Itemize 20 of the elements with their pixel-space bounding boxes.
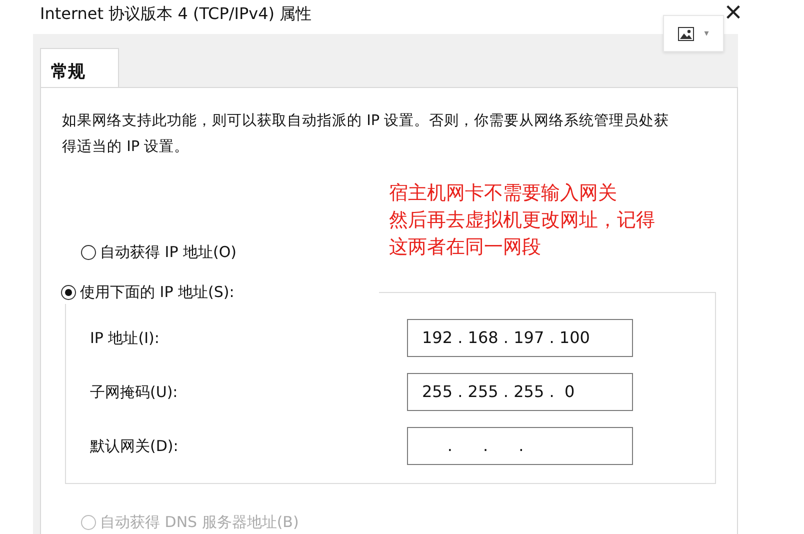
tab[interactable]: 常规 [40, 48, 119, 87]
radio-button[interactable] [61, 284, 76, 300]
description-text: 如果网络支持此功能，则可以获取自动指派的 IP 设置。否则，你需要从网络系统管理员处获得适当的 IP 设置。 [62, 112, 670, 157]
window-title: Internet 协议版本 4 (TCP/IPv4) 属性 [40, 4, 312, 24]
radio-label[interactable]: 使用下面的 IP 地址(S): [80, 282, 234, 302]
field-label: IP 地址(I): [90, 328, 160, 348]
close-button[interactable]: × [724, 0, 742, 26]
annotation-text: 这两者在同一网段 [389, 235, 542, 260]
caret-icon: ▾ [704, 28, 709, 38]
image-menu-button[interactable]: ▾ [663, 15, 724, 52]
field-label: 默认网关(D): [90, 436, 178, 456]
annotation-text: 宿主机网卡不需要输入网关 [389, 181, 618, 206]
radio-button[interactable] [81, 244, 96, 260]
ip-address-field[interactable]: . . . [407, 427, 633, 465]
ip-address-field[interactable]: 192 . 168 . 197 . 100 [407, 319, 633, 357]
image-icon [678, 26, 694, 40]
ip-address-field[interactable]: 255 . 255 . 255 . 0 [407, 373, 633, 411]
radio-label[interactable]: 自动获得 IP 地址(O) [100, 242, 237, 262]
field-label: 子网掩码(U): [90, 382, 178, 402]
annotation-text: 然后再去虚拟机更改网址，记得 [389, 208, 656, 233]
